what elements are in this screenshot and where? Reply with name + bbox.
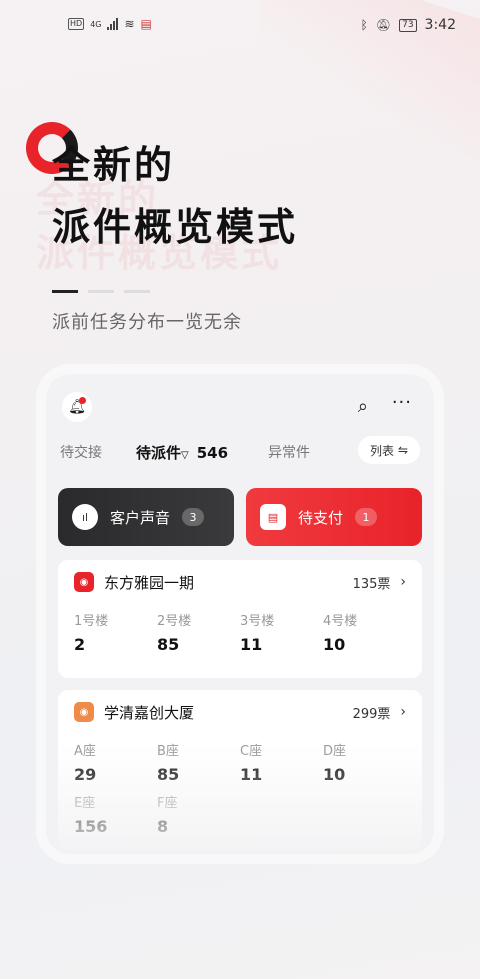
- customer-voice-badge: 3: [182, 508, 205, 526]
- location-pin-icon: ◉: [74, 572, 94, 592]
- chevron-right-icon: ›: [400, 704, 406, 720]
- location-pin-icon: ◉: [74, 702, 94, 722]
- pending-payment-badge: 1: [355, 508, 378, 526]
- clock: 3:42: [424, 17, 456, 33]
- page-indicator: [52, 290, 150, 293]
- swap-icon: ⇋: [397, 443, 409, 457]
- building-cell: B座 85: [157, 744, 180, 784]
- list-view-button[interactable]: 列表 ⇋: [358, 436, 420, 464]
- tab-pending-handover[interactable]: 待交接: [60, 442, 102, 462]
- building-cell: 4号楼 10: [323, 614, 358, 654]
- tab-exceptions[interactable]: 异常件: [268, 442, 310, 462]
- filter-icon: ▽: [181, 450, 189, 461]
- notification-dot: [79, 397, 86, 404]
- tab-pending-delivery[interactable]: 待派件▽ 546: [136, 442, 228, 463]
- hd-indicator: HD: [68, 18, 85, 30]
- hero-title: 全新的 派件概览模式: [52, 138, 298, 254]
- location-name: 学清嘉创大厦: [104, 703, 195, 722]
- ticket-count: 299票: [352, 706, 391, 722]
- building-cell: F座 8: [157, 796, 178, 836]
- bluetooth-icon: ᛒ: [360, 18, 368, 32]
- more-icon[interactable]: ···: [392, 392, 412, 413]
- building-cell: A座 29: [74, 744, 97, 784]
- battery-icon: 73: [399, 18, 417, 32]
- search-icon[interactable]: ⌕: [358, 396, 368, 417]
- hero-title-line1: 全新的: [52, 143, 176, 187]
- app-topbar: 🔔︎ ⌕ ···: [46, 374, 434, 432]
- signal-icon: [107, 18, 119, 30]
- action-buttons: ıl 客户声音 3 ▤ 待支付 1: [58, 488, 422, 546]
- app-preview: 🔔︎ ⌕ ··· 待交接 待派件▽ 546 异常件 列表 ⇋ ıl 客户声音 3 ▤…: [46, 374, 434, 854]
- building-cell: 3号楼 11: [240, 614, 275, 654]
- ticket-count: 135票: [352, 576, 391, 592]
- notification-bell-icon[interactable]: 🔔︎: [62, 392, 92, 422]
- location-card[interactable]: ◉ 学清嘉创大厦 299票 › A座 29 B座 85 C座 11 D座 10 E座 15…: [58, 690, 422, 850]
- mute-icon: 🔕︎: [375, 18, 392, 32]
- building-cell: D座 10: [323, 744, 347, 784]
- hero-subtitle: 派前任务分布一览无余: [52, 312, 242, 333]
- network-type: 4G: [90, 19, 102, 29]
- tab-bar: 待交接 待派件▽ 546 异常件 列表 ⇋: [46, 432, 434, 478]
- hero-title-line2: 派件概览模式: [52, 205, 299, 249]
- building-cell: C座 11: [240, 744, 263, 784]
- building-cell: E座 156: [74, 796, 108, 836]
- app-notification-icon: ▤: [140, 17, 152, 31]
- customer-voice-button[interactable]: ıl 客户声音 3: [58, 488, 234, 546]
- building-cell: 1号楼 2: [74, 614, 109, 654]
- pending-payment-button[interactable]: ▤ 待支付 1: [246, 488, 422, 546]
- pending-count: 546: [196, 444, 229, 462]
- voice-icon: ıl: [72, 504, 98, 530]
- location-name: 东方雅园一期: [104, 573, 195, 592]
- chevron-right-icon: ›: [400, 574, 406, 590]
- payment-icon: ▤: [260, 504, 286, 530]
- building-cell: 2号楼 85: [157, 614, 192, 654]
- location-card[interactable]: ◉ 东方雅园一期 135票 › 1号楼 2 2号楼 85 3号楼 11 4号楼 10: [58, 560, 422, 678]
- status-bar: HD 4G ≋ ▤ ᛒ 🔕︎ 73 3:42: [0, 0, 480, 50]
- wifi-icon: ≋: [124, 17, 135, 31]
